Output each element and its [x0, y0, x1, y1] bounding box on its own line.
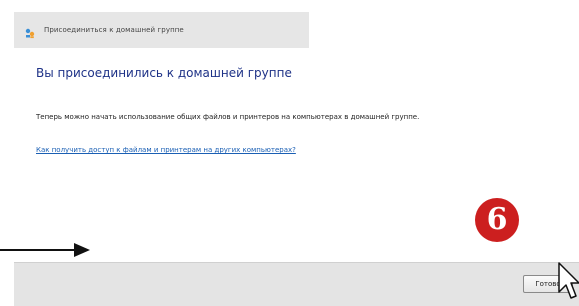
arrow-right-icon: [0, 243, 90, 257]
page-heading: Вы присоединились к домашней группе: [36, 66, 292, 80]
homegroup-icon: [24, 24, 36, 39]
dialog-footer: Готово: [14, 262, 579, 306]
mouse-cursor-icon: [558, 262, 579, 299]
step-number-badge: 6: [475, 198, 519, 242]
dialog-titlebar: Присоединиться к домашней группе: [14, 12, 309, 48]
dialog-title: Присоединиться к домашней группе: [44, 26, 184, 34]
homegroup-dialog: Присоединиться к домашней группе Вы прис…: [14, 0, 579, 306]
screenshot-page: Присоединиться к домашней группе Вы прис…: [0, 0, 579, 306]
help-link[interactable]: Как получить доступ к файлам и принтерам…: [36, 146, 296, 154]
body-text: Теперь можно начать использование общих …: [36, 113, 420, 121]
